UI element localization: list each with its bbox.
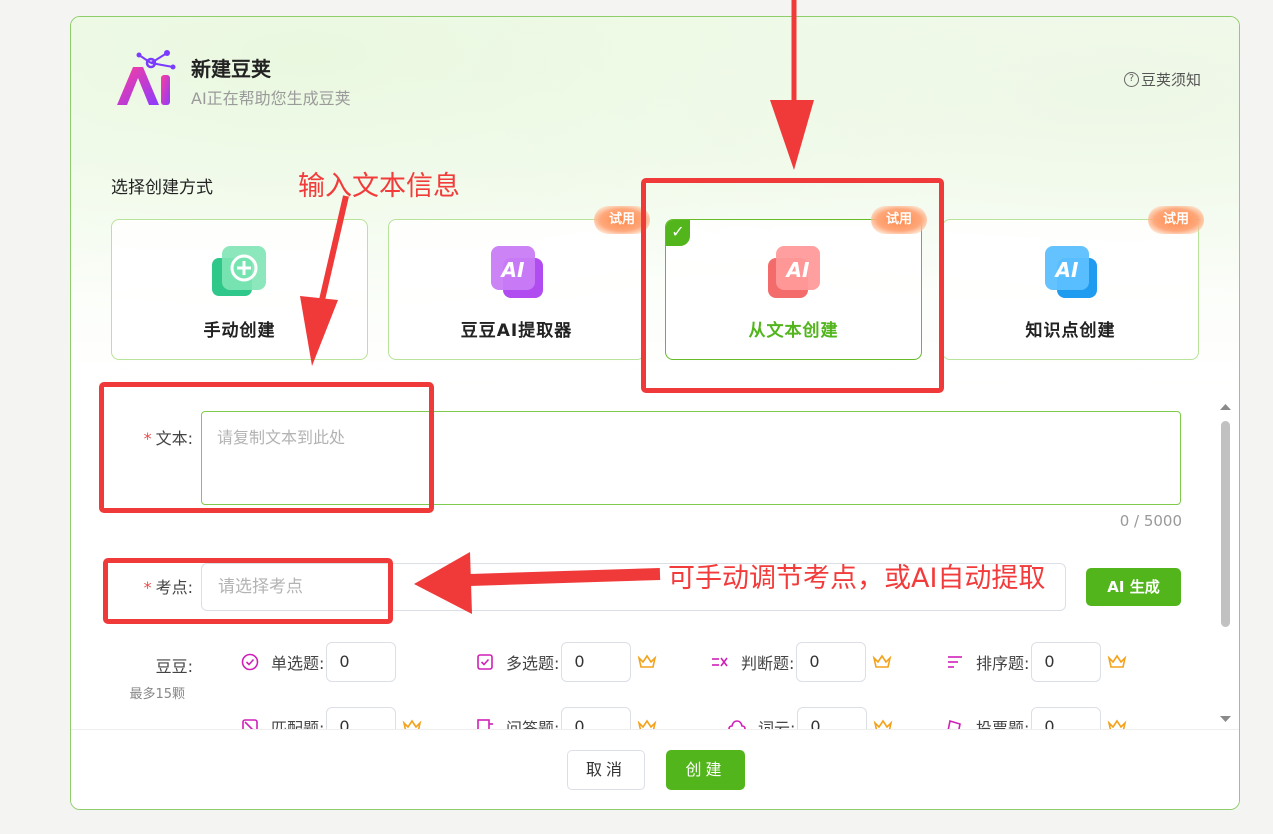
arrowhead-diagonal [300,296,338,366]
annotation-arrows [300,0,814,614]
arrowhead-down-top [770,100,814,170]
arrowhead-left [414,552,472,614]
arrow-left [469,568,661,586]
arrow-diagonal [319,195,349,301]
